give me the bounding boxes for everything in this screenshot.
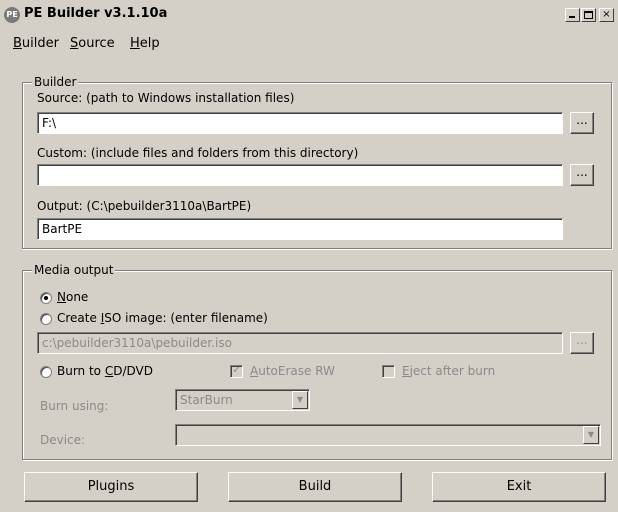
none-radio-label[interactable]: None	[57, 290, 88, 304]
burn-using-select[interactable]: StarBurn ▼	[175, 389, 310, 411]
autoerase-label-rest: utoErase RW	[258, 364, 335, 378]
menu-builder[interactable]: Builder	[13, 36, 59, 51]
burn-label-pre: Burn to	[57, 364, 105, 378]
menu-builder-key: B	[13, 36, 22, 51]
custom-label: Custom: (include files and folders from …	[37, 146, 359, 160]
none-label-rest: one	[65, 290, 89, 304]
close-icon: ×	[602, 9, 611, 20]
chevron-down-icon[interactable]: ▼	[292, 391, 308, 409]
iso-browse-button[interactable]: ...	[570, 332, 594, 354]
media-output-legend: Media output	[32, 263, 116, 277]
radio-selected-dot	[44, 296, 48, 300]
menu-source-label: ource	[78, 36, 115, 51]
burn-using-value: StarBurn	[180, 393, 233, 407]
autoerase-key: A	[250, 364, 259, 378]
create-iso-radio[interactable]	[40, 313, 52, 325]
none-key: N	[57, 290, 66, 304]
source-browse-button[interactable]: ...	[570, 112, 594, 134]
device-select[interactable]: ▼	[175, 424, 601, 446]
output-label: Output: (C:\pebuilder3110a\BartPE)	[37, 199, 252, 213]
burn-label-rest: D/DVD	[113, 364, 153, 378]
source-input[interactable]: F:\	[37, 112, 563, 134]
eject-label-rest: ject after burn	[409, 364, 496, 378]
builder-group-legend: Builder	[32, 75, 79, 89]
eject-checkbox[interactable]	[382, 365, 395, 378]
menu-help-key: H	[130, 36, 140, 51]
autoerase-label[interactable]: AutoErase RW	[250, 364, 335, 378]
close-button[interactable]: ×	[599, 8, 614, 22]
minimize-icon	[569, 16, 575, 18]
menu-help-label: elp	[139, 36, 160, 51]
burn-cd-radio[interactable]	[40, 366, 52, 378]
custom-browse-button[interactable]: ...	[570, 164, 594, 186]
none-radio[interactable]	[40, 292, 52, 304]
create-iso-radio-label[interactable]: Create ISO image: (enter filename)	[57, 311, 268, 325]
menu-source[interactable]: Source	[70, 36, 115, 51]
iso-label-rest: SO image: (enter filename)	[104, 311, 268, 325]
burn-using-label: Burn using:	[40, 399, 109, 413]
menu-builder-label: uilder	[21, 36, 59, 51]
chevron-down-icon[interactable]: ▼	[583, 426, 599, 444]
plugins-button[interactable]: Plugins	[24, 472, 198, 502]
device-label: Device:	[40, 433, 86, 447]
minimize-button[interactable]	[565, 8, 580, 22]
output-input[interactable]: BartPE	[37, 218, 563, 240]
title-bar[interactable]: PE PE Builder v3.1.10a ×	[0, 0, 618, 30]
eject-label[interactable]: Eject after burn	[402, 364, 495, 378]
exit-button[interactable]: Exit	[432, 472, 606, 502]
custom-input[interactable]	[37, 164, 563, 186]
burn-cd-radio-label[interactable]: Burn to CD/DVD	[57, 364, 153, 378]
iso-filename-input[interactable]: c:\pebuilder3110a\pebuilder.iso	[37, 332, 563, 354]
autoerase-checkbox[interactable]: ✓	[230, 365, 243, 378]
maximize-button[interactable]	[581, 8, 596, 22]
source-label: Source: (path to Windows installation fi…	[37, 91, 295, 105]
eject-key: E	[402, 364, 410, 378]
window-title: PE Builder v3.1.10a	[24, 6, 168, 21]
check-icon: ✓	[232, 365, 241, 376]
menu-help[interactable]: Help	[130, 36, 160, 51]
build-button[interactable]: Build	[228, 472, 402, 502]
maximize-icon	[584, 11, 593, 19]
iso-label-pre: Create	[57, 311, 101, 325]
app-icon: PE	[4, 7, 20, 23]
pe-builder-window: PE PE Builder v3.1.10a × Builder Source …	[0, 0, 618, 512]
burn-key: C	[104, 364, 114, 378]
